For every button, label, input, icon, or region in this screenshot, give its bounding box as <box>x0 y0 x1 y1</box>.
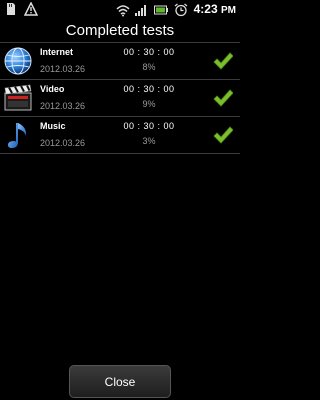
test-date: 2012.03.26 <box>40 138 86 148</box>
close-button[interactable]: Close <box>69 365 171 398</box>
test-date: 2012.03.26 <box>40 101 86 111</box>
test-name: Video <box>40 84 65 94</box>
clock-suffix: PM <box>221 5 236 16</box>
warning-icon <box>24 2 38 16</box>
test-row-music[interactable]: Music 2012.03.26 00 : 30 : 00 3% <box>0 116 240 154</box>
test-row-video[interactable]: Video 2012.03.26 00 : 30 : 00 9% <box>0 79 240 116</box>
test-progress: 3% <box>142 136 156 146</box>
clapperboard-icon <box>4 84 32 111</box>
checkmark-icon <box>213 52 233 70</box>
page-title: Completed tests <box>65 22 175 39</box>
globe-icon <box>4 47 32 75</box>
checkmark-icon <box>213 89 233 107</box>
test-name: Internet <box>40 47 74 57</box>
wifi-icon <box>116 5 130 17</box>
battery-icon <box>153 5 168 15</box>
test-row-internet[interactable]: Internet 2012.03.26 00 : 30 : 00 8% <box>0 42 240 79</box>
checkmark-icon <box>213 126 233 144</box>
test-duration: 00 : 30 : 00 <box>123 47 175 57</box>
test-progress: 8% <box>142 62 156 72</box>
clock: 4:23 PM <box>194 2 236 18</box>
music-note-icon <box>8 123 27 148</box>
alarm-clock-icon <box>174 3 188 17</box>
sd-card-icon <box>7 3 15 15</box>
signal-icon <box>134 5 146 16</box>
status-bar: 4:23 PM <box>0 0 240 18</box>
clock-time: 4:23 <box>193 2 218 16</box>
test-date: 2012.03.26 <box>40 64 86 74</box>
completed-tests-list: Internet 2012.03.26 00 : 30 : 00 8% Vide… <box>0 42 240 154</box>
test-duration: 00 : 30 : 00 <box>123 84 175 94</box>
test-duration: 00 : 30 : 00 <box>123 121 175 131</box>
test-progress: 9% <box>142 99 156 109</box>
test-name: Music <box>40 121 66 131</box>
